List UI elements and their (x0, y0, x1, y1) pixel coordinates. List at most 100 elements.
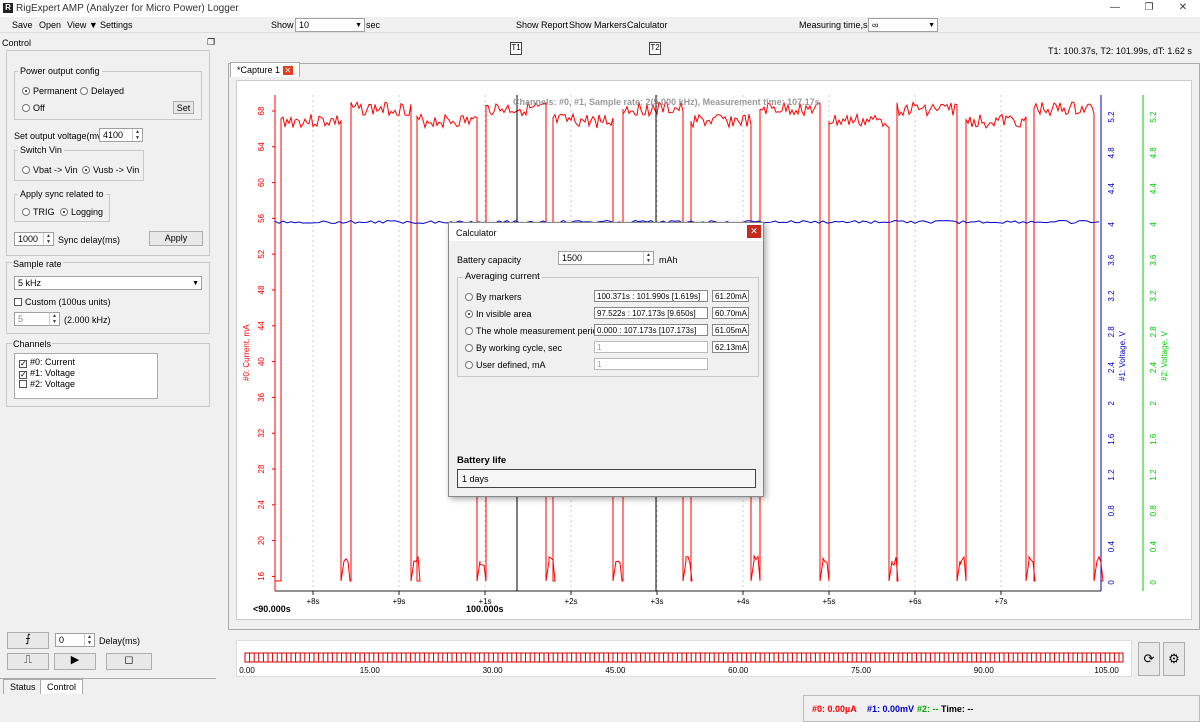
row-user-defined[interactable]: User defined, mA (465, 360, 546, 370)
row-whole-period[interactable]: The whole measurement period (465, 326, 603, 336)
spin-arrows-icon[interactable]: ▲ ▼ (49, 313, 59, 325)
right1-tick-label: 1.2 (1107, 469, 1116, 481)
app-icon: R (3, 3, 13, 13)
play-button[interactable]: ▶ (54, 653, 96, 670)
maximize-icon[interactable]: ❐ (1132, 0, 1166, 17)
measuring-time-combo[interactable]: ∞ ▼ (868, 18, 938, 32)
marker-t2[interactable]: T2 (649, 42, 661, 55)
radio-dot (22, 87, 30, 95)
window-title: RigExpert AMP (Analyzer for Micro Power)… (16, 3, 239, 14)
right2-tick-label: 4 (1149, 222, 1158, 227)
radio-vbat-label: Vbat -> Vin (33, 165, 78, 175)
chevron-down-icon: ▼ (192, 280, 199, 287)
spin-arrows-icon[interactable]: ▲ ▼ (84, 634, 94, 646)
calculator-button[interactable]: Calculator (627, 20, 668, 30)
channel-0-checkbox[interactable]: ✓ #0: Current (19, 357, 75, 368)
radio-vusb[interactable]: Vusb -> Vin (82, 165, 139, 175)
sync-delay-value: 1000 (18, 234, 39, 244)
timeline-track[interactable] (244, 652, 1124, 663)
calculator-titlebar: Calculator ✕ (449, 223, 763, 241)
sync-delay-input[interactable]: 1000 ▲ ▼ (14, 232, 54, 246)
radio-trig[interactable]: TRIG (22, 207, 55, 217)
radio-vbat[interactable]: Vbat -> Vin (22, 165, 78, 175)
close-icon[interactable]: ✕ (747, 225, 761, 238)
pulse-button[interactable]: ⎍ (7, 653, 49, 670)
trigger-edge-icon: ⨍ (25, 633, 31, 645)
right1-tick-label: 2.4 (1107, 361, 1116, 373)
radio-logging[interactable]: Logging (60, 207, 103, 217)
user-defined-input[interactable]: 1 (594, 358, 708, 370)
calculator-dialog: Calculator ✕ Battery capacity 1500 ▲ ▼ mAh… (448, 222, 764, 497)
radio-delayed[interactable]: Delayed (80, 86, 124, 96)
close-tab-icon[interactable]: ✕ (282, 66, 294, 75)
trigger-edge-button[interactable]: ⨍ (7, 632, 49, 649)
radio-off[interactable]: Off (22, 103, 45, 113)
menu-settings[interactable]: Settings (100, 20, 133, 30)
tab-status[interactable]: Status (3, 679, 43, 694)
tab-control[interactable]: Control (40, 679, 84, 694)
row-visible-area[interactable]: In visible area (465, 309, 532, 319)
radio-permanent[interactable]: Permanent (22, 86, 77, 96)
menu-open[interactable]: Open (39, 20, 61, 30)
left-tick-label: 68 (257, 106, 266, 115)
left-axis-label: #0: Current, mA (242, 324, 251, 381)
right1-tick-label: 0.8 (1107, 505, 1116, 517)
refresh-button[interactable]: ⟳ (1138, 642, 1160, 676)
status-c0: #0: 0.00µA (812, 704, 857, 714)
channel-2-checkbox[interactable]: #2: Voltage (19, 379, 75, 389)
radio-trig-label: TRIG (33, 207, 55, 217)
chevron-down-icon: ▼ (355, 22, 362, 29)
left-tick-label: 40 (257, 357, 266, 366)
row-result: 60.70mA (712, 307, 749, 319)
show-report-button[interactable]: Show Report (516, 20, 568, 30)
capacity-input[interactable]: 1500 ▲ ▼ (558, 251, 654, 265)
right1-tick-label: 5.2 (1107, 111, 1116, 123)
row-by-markers[interactable]: By markers (465, 292, 522, 302)
channels-title: Channels (12, 339, 53, 349)
working-cycle-input[interactable]: 1 (594, 341, 708, 353)
undock-icon[interactable]: ❐ (207, 37, 215, 48)
delay-input[interactable]: 0 ▲ ▼ (55, 633, 95, 647)
x-start-label: <90.000s (253, 604, 291, 614)
minimize-icon[interactable]: — (1098, 0, 1132, 17)
row-range: 97.522s : 107.173s [9.650s] (594, 307, 708, 319)
apply-button[interactable]: Apply (149, 231, 203, 246)
menu-view-label: View (67, 20, 87, 30)
close-icon[interactable]: ✕ (1166, 0, 1200, 17)
marker-readout: T1: 100.37s, T2: 101.99s, dT: 1.62 s (1048, 46, 1192, 56)
row-working-cycle[interactable]: By working cycle, sec (465, 343, 562, 353)
delay-value: 0 (59, 635, 65, 645)
spin-arrows-icon[interactable]: ▲ ▼ (132, 129, 142, 141)
show-markers-button[interactable]: Show Markers (569, 20, 627, 30)
settings-button[interactable]: ⚙ (1163, 642, 1185, 676)
custom-rate-value: 5 (18, 314, 24, 324)
left-tick-label: 48 (257, 285, 266, 294)
status-time: Time: -- (941, 704, 974, 714)
channel-1-checkbox[interactable]: ✓ #1: Voltage (19, 368, 75, 379)
custom-rate-checkbox[interactable]: Custom (100us units) (14, 297, 111, 307)
show-seconds-combo[interactable]: 10 ▼ (295, 18, 365, 32)
battery-life-value: 1 days (457, 469, 756, 488)
set-button[interactable]: Set (173, 101, 194, 114)
custom-rate-input[interactable]: 5 ▲ ▼ (14, 312, 60, 326)
marker-t1[interactable]: T1 (510, 42, 522, 55)
tab-capture-1[interactable]: *Capture 1 ✕ (230, 62, 301, 77)
sample-rate-combo[interactable]: 5 kHz ▼ (14, 276, 202, 290)
menu-view[interactable]: View ▼ (67, 20, 98, 30)
switch-vin-title: Switch Vin (18, 145, 64, 155)
stop-icon: ◻ (124, 654, 134, 666)
right2-tick-label: 3.6 (1149, 254, 1158, 266)
x-mid-label: 100.000s (466, 604, 504, 614)
timeline-tick-label: 0.00 (239, 666, 255, 675)
radio-dot (22, 208, 30, 216)
channel-0-label: #0: Current (30, 357, 76, 367)
left-tick-label: 20 (257, 536, 266, 545)
spin-arrows-icon[interactable]: ▲ ▼ (643, 252, 653, 264)
gear-icon: ⚙ (1168, 651, 1180, 666)
stop-button[interactable]: ◻ (106, 653, 152, 670)
output-voltage-input[interactable]: 4100 ▲ ▼ (99, 128, 143, 142)
spin-arrows-icon[interactable]: ▲ ▼ (43, 233, 53, 245)
menu-save[interactable]: Save (12, 20, 33, 30)
row-result: 61.20mA (712, 290, 749, 302)
left-tick-label: 44 (257, 321, 266, 330)
